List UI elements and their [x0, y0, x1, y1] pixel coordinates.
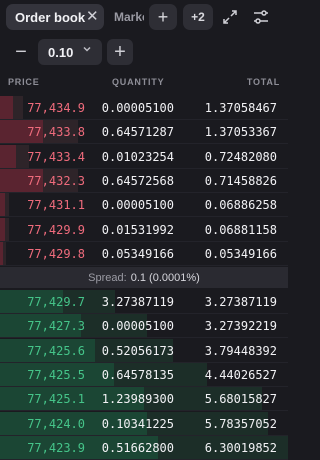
depth-bar	[0, 144, 16, 168]
quantity-cell: 0.01023254	[101, 149, 174, 164]
total-cell: 0.72482080	[204, 149, 277, 164]
price-cell: 77,433.8	[27, 125, 85, 140]
total-cell: 1.37053367	[204, 125, 277, 140]
asks-row[interactable]: 77,433.4 0.01023254 0.72482080	[0, 144, 288, 169]
quantity-cell: 0.64572568	[101, 173, 174, 188]
precision-controls: − 0.10 +	[0, 38, 288, 68]
depth-bar	[0, 96, 13, 119]
increase-precision-button[interactable]: +	[107, 39, 133, 65]
tab-bar: Order book ✕ Market + +2	[0, 0, 288, 34]
precision-value: 0.10	[48, 44, 74, 60]
bids-row[interactable]: 77,425.5 0.64578135 4.44026527	[0, 362, 288, 387]
depth-bar	[0, 193, 5, 217]
price-cell: 77,429.8	[27, 246, 85, 261]
quantity-cell: 0.01531992	[101, 222, 174, 237]
chevron-down-icon	[82, 44, 92, 57]
price-cell: 77,423.9	[27, 440, 85, 455]
asks-row[interactable]: 77,432.3 0.64572568 0.71458826	[0, 168, 288, 193]
price-cell: 77,425.5	[27, 367, 85, 382]
price-cell: 77,432.3	[27, 173, 85, 188]
more-tabs-button[interactable]: +2	[183, 4, 213, 30]
quantity-cell: 0.00005100	[101, 198, 174, 213]
bids-row[interactable]: 77,429.7 3.27387119 3.27387119	[0, 290, 288, 314]
quantity-cell: 0.52056173	[101, 343, 174, 358]
price-header: PRICE	[8, 77, 40, 87]
plus-icon: +	[114, 40, 126, 63]
total-cell: 3.79448392	[204, 343, 277, 358]
bids-list: 77,429.7 3.27387119 3.27387119 77,427.3 0.00…	[0, 290, 288, 460]
quantity-cell: 0.51662800	[101, 440, 174, 455]
quantity-cell: 1.23989300	[101, 392, 174, 407]
asks-row[interactable]: 77,433.8 0.64571287 1.37053367	[0, 120, 288, 145]
asks-row[interactable]: 77,429.8 0.05349166 0.05349166	[0, 241, 288, 266]
quantity-cell: 0.10341225	[101, 416, 174, 431]
quantity-cell: 0.64571287	[101, 125, 174, 140]
tab-market[interactable]: Market	[114, 4, 144, 30]
price-cell: 77,429.9	[27, 222, 85, 237]
bids-row[interactable]: 77,427.3 0.00005100 3.27392219	[0, 314, 288, 339]
total-cell: 0.06886258	[204, 198, 277, 213]
quantity-cell: 0.64578135	[101, 367, 174, 382]
total-cell: 0.06881158	[204, 222, 277, 237]
spread-label: Spread:	[88, 271, 127, 284]
total-cell: 5.78357052	[204, 416, 277, 431]
bids-row[interactable]: 77,425.1 1.23989300 5.68015827	[0, 387, 288, 412]
price-cell: 77,429.7	[27, 295, 85, 309]
quantity-cell: 0.00005100	[101, 319, 174, 334]
minus-icon: −	[15, 40, 27, 63]
tab-label: Market	[114, 10, 144, 24]
bids-row[interactable]: 77,423.9 0.51662800 6.30019852	[0, 435, 288, 460]
tab-label: Order book	[15, 9, 86, 25]
tab-order-book[interactable]: Order book ✕	[6, 4, 104, 30]
close-icon[interactable]: ✕	[86, 8, 99, 26]
depth-bar	[0, 217, 5, 241]
price-cell: 77,433.4	[27, 149, 85, 164]
bids-row[interactable]: 77,425.6 0.52056173 3.79448392	[0, 338, 288, 363]
total-cell: 0.71458826	[204, 173, 277, 188]
more-tabs-label: +2	[191, 10, 205, 24]
quantity-header: QUANTITY	[112, 77, 165, 87]
asks-row[interactable]: 77,429.9 0.01531992 0.06881158	[0, 217, 288, 242]
precision-select[interactable]: 0.10	[38, 39, 102, 65]
total-cell: 4.44026527	[204, 367, 277, 382]
asks-row[interactable]: 77,431.1 0.00005100 0.06886258	[0, 193, 288, 218]
quantity-cell: 3.27387119	[101, 295, 174, 309]
total-cell: 5.68015827	[204, 392, 277, 407]
price-cell: 77,434.9	[27, 101, 85, 115]
quantity-cell: 0.00005100	[101, 101, 174, 115]
spread-bar: Spread: 0.1 (0.0001%)	[0, 267, 288, 288]
total-cell: 1.37058467	[204, 101, 277, 115]
add-tab-button[interactable]: +	[149, 4, 177, 30]
price-cell: 77,427.3	[27, 319, 85, 334]
price-cell: 77,425.6	[27, 343, 85, 358]
depth-bar	[0, 241, 4, 265]
sliders-icon[interactable]	[248, 4, 274, 30]
price-cell: 77,425.1	[27, 392, 85, 407]
price-cell: 77,424.0	[27, 416, 85, 431]
decrease-precision-button[interactable]: −	[8, 39, 34, 65]
plus-icon: +	[157, 6, 169, 27]
price-cell: 77,431.1	[27, 198, 85, 213]
total-cell: 6.30019852	[204, 440, 277, 455]
spread-value: 0.1 (0.0001%)	[130, 271, 200, 284]
column-headers: PRICE QUANTITY TOTAL	[0, 74, 288, 90]
total-cell: 3.27392219	[204, 319, 277, 334]
total-cell: 3.27387119	[204, 295, 277, 309]
bids-row[interactable]: 77,424.0 0.10341225 5.78357052	[0, 411, 288, 436]
total-header: TOTAL	[246, 77, 280, 87]
expand-icon[interactable]	[217, 4, 243, 30]
asks-row[interactable]: 77,434.9 0.00005100 1.37058467	[0, 96, 288, 120]
quantity-cell: 0.05349166	[101, 246, 174, 261]
asks-list: 77,434.9 0.00005100 1.37058467 77,433.8 0.64…	[0, 96, 288, 266]
total-cell: 0.05349166	[204, 246, 277, 261]
